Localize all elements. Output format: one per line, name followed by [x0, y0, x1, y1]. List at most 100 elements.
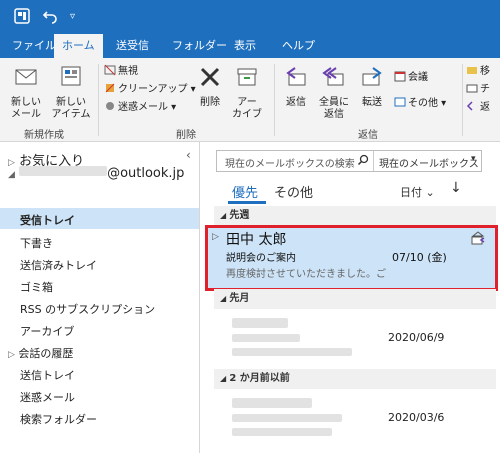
- ribbon: 新しい メール 新しい アイテム 新規作成 無視 クリーンアップ ▾ 迷惑メール…: [0, 58, 500, 142]
- folder-inbox[interactable]: 受信トレイ: [20, 212, 75, 228]
- folder-drafts[interactable]: 下書き: [20, 235, 53, 251]
- chevron-down-icon: ◢: [8, 170, 15, 180]
- sort-by-date[interactable]: 日付 ⌄: [400, 184, 435, 200]
- junk-label: 迷惑メール: [118, 102, 168, 113]
- ribbon-tabs: ファイル ホーム 送受信 フォルダー 表示 ヘルプ: [0, 34, 500, 58]
- cleanup-button[interactable]: クリーンアップ ▾: [104, 82, 196, 97]
- ignore-icon: [104, 64, 116, 76]
- folder-search[interactable]: 検索フォルダー: [20, 411, 97, 427]
- cleanup-icon: [104, 82, 116, 94]
- meeting-icon: [394, 70, 406, 82]
- reply-all-button[interactable]: 全員に 返信: [316, 64, 352, 121]
- divider: [373, 151, 374, 171]
- search-icon[interactable]: [357, 154, 369, 169]
- new-items-label: 新しい アイテム: [51, 97, 91, 120]
- chevron-right-icon: ▷: [212, 232, 219, 242]
- blurred-subject: [232, 414, 342, 422]
- group-header-last-week[interactable]: ◢ 先週: [214, 206, 496, 226]
- quick-step-team[interactable]: チ: [466, 82, 490, 97]
- divider: [98, 64, 99, 136]
- collapse-triangle-icon: ◢: [220, 374, 227, 383]
- divider: [462, 64, 463, 136]
- meeting-button[interactable]: 会議: [394, 70, 428, 85]
- search-scope-select[interactable]: 現在のメールボックス: [379, 155, 479, 170]
- folder-sent[interactable]: 送信済みトレイ: [20, 257, 97, 273]
- delete-icon: [194, 64, 226, 94]
- title-bar: ▿: [0, 0, 500, 34]
- folder-rss[interactable]: RSS のサブスクリプション: [20, 301, 155, 317]
- undo-icon[interactable]: [42, 8, 58, 30]
- sort-direction-arrow-icon[interactable]: ↓: [450, 180, 462, 196]
- folder-conversation-history[interactable]: ▷ 会話の履歴: [8, 345, 73, 361]
- new-items-button[interactable]: 新しい アイテム: [50, 64, 92, 121]
- junk-button[interactable]: 迷惑メール ▾: [104, 100, 176, 115]
- message-preview: 再度検討させていただきました。ご: [226, 269, 386, 280]
- reply-button[interactable]: 返信: [280, 64, 312, 109]
- tab-view[interactable]: 表示: [226, 34, 264, 58]
- collapse-triangle-icon: ◢: [220, 211, 227, 220]
- folder-pane: ▷ お気に入り ‹ ◢ @outlook.jp 受信トレイ 下書き 送信済みトレ…: [0, 142, 200, 453]
- forward-button[interactable]: 転送: [356, 64, 388, 109]
- folder-outbox[interactable]: 送信トレイ: [20, 367, 75, 383]
- quick-step-team-label: チ: [480, 84, 490, 95]
- tab-help[interactable]: ヘルプ: [274, 34, 323, 58]
- delete-label: 削除: [200, 97, 220, 108]
- ignore-label: 無視: [118, 66, 138, 77]
- blurred-preview: [232, 348, 352, 356]
- chevron-down-icon[interactable]: ▾: [471, 154, 476, 164]
- quick-step-move[interactable]: 移: [466, 64, 490, 79]
- junk-icon: [104, 100, 116, 112]
- team-icon: [466, 82, 478, 94]
- reply-all-label: 全員に 返信: [319, 97, 349, 120]
- account-email: @outlook.jp: [107, 166, 185, 181]
- tab-folder[interactable]: フォルダー: [164, 34, 235, 58]
- ignore-button[interactable]: 無視: [104, 64, 138, 79]
- archive-icon: [230, 64, 264, 94]
- new-mail-icon: [6, 64, 46, 94]
- quick-step-reply-label: 返: [480, 102, 490, 113]
- archive-button[interactable]: アー カイブ: [230, 64, 264, 121]
- blurred-preview: [232, 428, 332, 436]
- forward-label: 転送: [362, 97, 382, 108]
- divider: [274, 64, 275, 136]
- group-header-last-month[interactable]: ◢ 先月: [214, 289, 496, 309]
- quick-access-dropdown-icon[interactable]: ▿: [70, 8, 75, 26]
- group-respond-label: 返信: [358, 130, 378, 141]
- tab-focused[interactable]: 優先: [232, 182, 258, 201]
- new-mail-label: 新しい メール: [11, 97, 41, 120]
- group-header-older[interactable]: ◢ 2 か月前以前: [214, 369, 496, 389]
- search-box[interactable]: 現在のメールボックスの検索 現在のメールボックス ▾: [216, 150, 482, 172]
- more-respond-label: その他: [408, 98, 438, 109]
- folder-junk[interactable]: 迷惑メール: [20, 389, 75, 405]
- quick-step-move-label: 移: [480, 66, 490, 77]
- list-item[interactable]: 2020/06/9: [214, 310, 496, 362]
- account-name-blurred: [19, 166, 108, 176]
- account-header[interactable]: ◢ @outlook.jp: [8, 166, 184, 181]
- message-sender: 田中 太郎: [226, 232, 287, 248]
- message-subject: 説明会のご案内: [226, 253, 296, 264]
- folder-deleted[interactable]: ゴミ箱: [20, 279, 53, 295]
- new-mail-button[interactable]: 新しい メール: [6, 64, 46, 121]
- outlook-app-icon: [14, 8, 30, 30]
- folder-archive[interactable]: アーカイブ: [20, 323, 74, 339]
- archive-label: アー カイブ: [232, 97, 262, 120]
- reply-small-icon: [466, 100, 478, 112]
- selected-message-highlight[interactable]: ▷ 田中 太郎 説明会のご案内 再度検討させていただきました。ご 07/10 (…: [205, 225, 498, 291]
- tab-send-receive[interactable]: 送受信: [108, 34, 157, 58]
- more-respond-icon: [394, 96, 406, 108]
- chevron-right-icon: ▷: [8, 350, 15, 360]
- more-respond-button[interactable]: その他 ▾: [394, 96, 446, 111]
- message-date: 07/10 (金): [392, 251, 447, 264]
- collapse-pane-icon[interactable]: ‹: [186, 148, 191, 162]
- group-new-label: 新規作成: [24, 130, 64, 141]
- tab-home[interactable]: ホーム: [54, 34, 103, 58]
- quick-step-reply[interactable]: 返: [466, 100, 490, 115]
- meeting-label: 会議: [408, 72, 428, 83]
- search-input[interactable]: 現在のメールボックスの検索: [225, 155, 355, 170]
- delete-button[interactable]: 削除: [194, 64, 226, 109]
- blurred-subject: [232, 334, 300, 342]
- reply-all-icon: [316, 64, 352, 94]
- group-delete-label: 削除: [176, 130, 196, 141]
- tab-other[interactable]: その他: [274, 182, 313, 201]
- list-item[interactable]: 2020/03/6: [214, 390, 496, 448]
